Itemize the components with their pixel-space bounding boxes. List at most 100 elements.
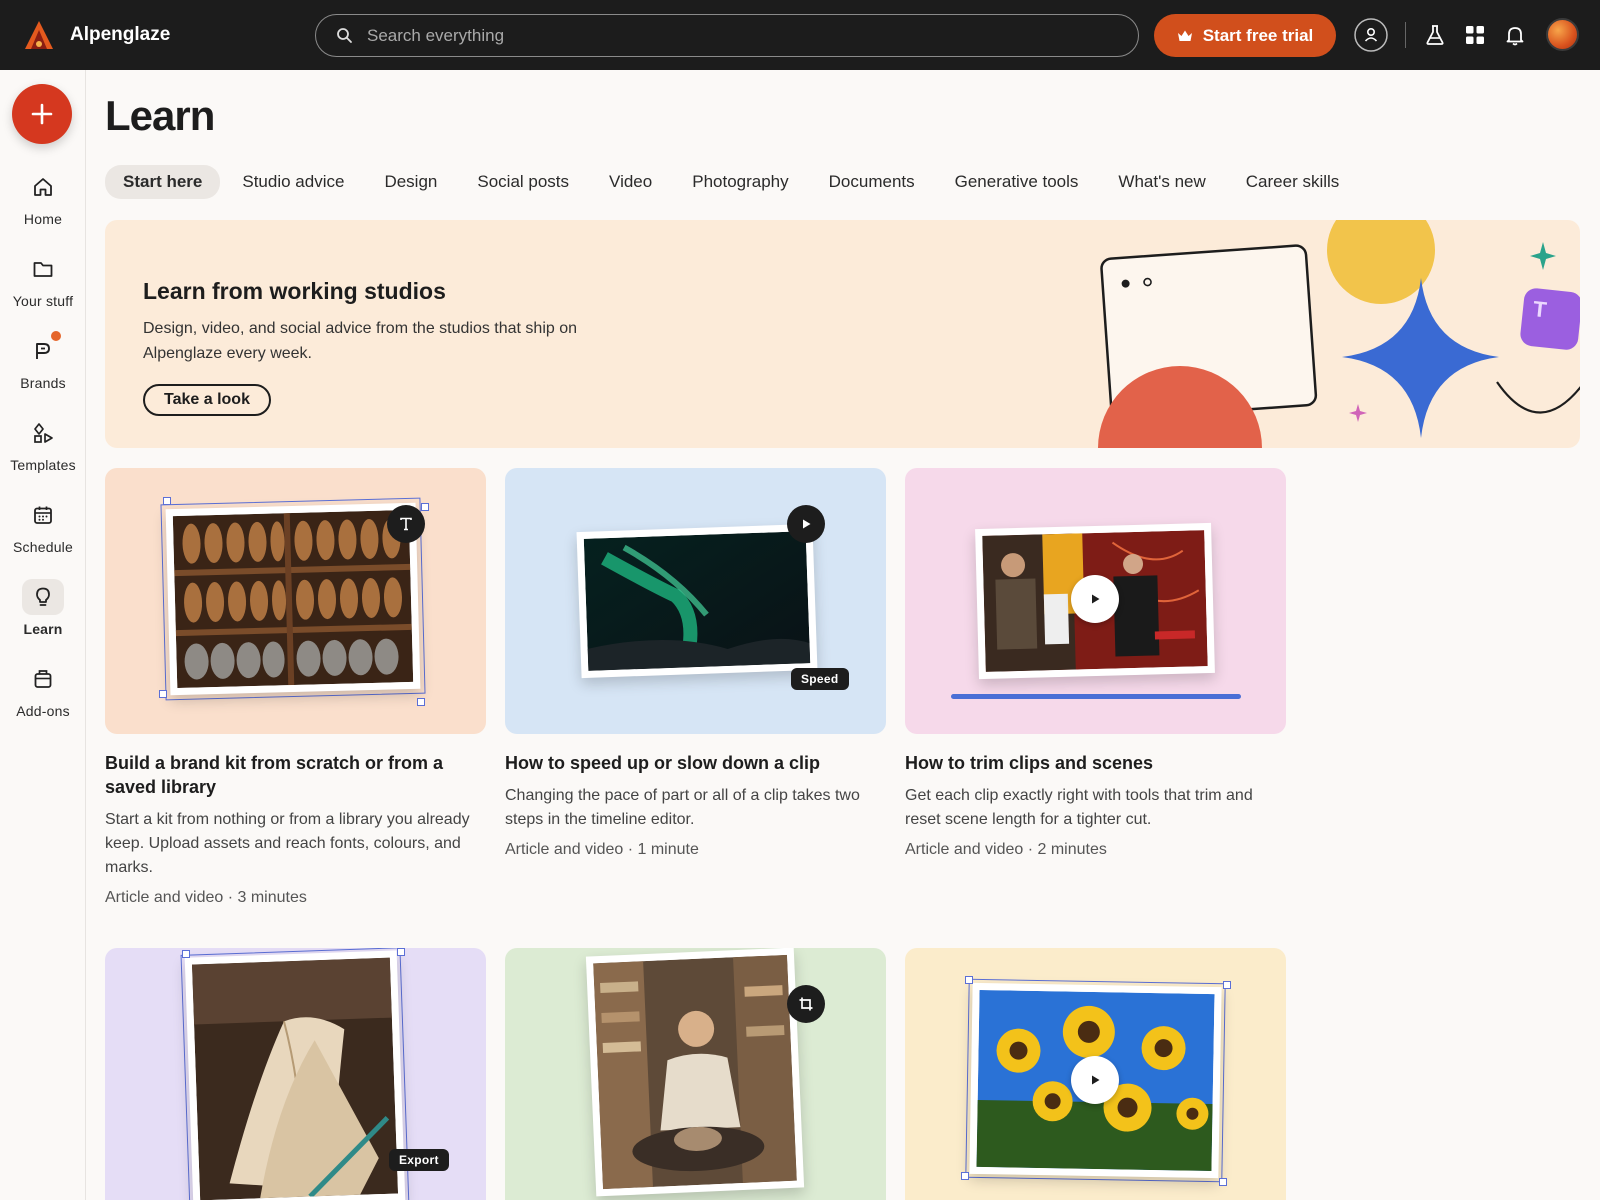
premium-badge-icon	[49, 329, 63, 343]
category-tabs: Start here Studio advice Design Social p…	[105, 165, 1361, 199]
card-meta: Article and video · 2 minutes	[905, 841, 1107, 858]
tab-social-posts[interactable]: Social posts	[459, 165, 587, 199]
sidebar-item-label: Add-ons	[16, 703, 70, 719]
resize-handle[interactable]	[397, 948, 405, 956]
pottery-photo	[585, 948, 805, 1197]
resize-handle[interactable]	[163, 497, 171, 505]
crown-icon	[1177, 30, 1192, 41]
card-thumbnail[interactable]	[905, 468, 1286, 734]
card-title[interactable]: How to speed up or slow down a clip	[505, 751, 886, 775]
sidebar-item-your-stuff[interactable]: Your stuff	[0, 251, 86, 321]
card-description: Get each clip exactly right with tools t…	[905, 787, 1253, 828]
sidebar-item-label: Your stuff	[12, 293, 74, 309]
learn-card[interactable]: Build a brand kit from scratch or from a…	[105, 468, 486, 907]
sidebar-item-label: Brands	[20, 375, 66, 391]
card-description: Changing the pace of part or all of a cl…	[505, 787, 860, 828]
card-thumbnail[interactable]: Speed	[505, 468, 886, 734]
sidebar-item-label: Schedule	[13, 539, 73, 555]
calendar-icon	[34, 506, 52, 524]
card-thumbnail[interactable]	[905, 948, 1286, 1200]
labs-button[interactable]	[1418, 18, 1452, 52]
aurora-photo	[576, 523, 818, 679]
page-title: Learn	[105, 92, 215, 139]
book-photo	[184, 950, 406, 1200]
bread-shelf-photo	[165, 502, 421, 696]
export-label: Export	[389, 1149, 449, 1171]
resize-handle[interactable]	[417, 698, 425, 706]
card-thumbnail[interactable]	[105, 468, 486, 734]
play-button[interactable]	[1071, 1056, 1119, 1104]
resize-handle[interactable]	[159, 690, 167, 698]
timeline-bar[interactable]	[951, 694, 1241, 699]
card-title[interactable]: How to trim clips and scenes	[905, 751, 1286, 775]
crop-tool-button[interactable]	[787, 985, 825, 1023]
tab-photography[interactable]: Photography	[674, 165, 806, 199]
sidebar-item-label: Templates	[10, 457, 76, 473]
home-icon	[34, 178, 52, 196]
bell-icon	[1506, 27, 1524, 46]
learn-card[interactable]: How to trim clips and scenes Get each cl…	[905, 468, 1286, 859]
search-icon	[337, 28, 352, 43]
resize-handle[interactable]	[965, 976, 973, 984]
learn-card[interactable]: Speed How to speed up or slow down a cli…	[505, 468, 886, 859]
speed-label: Speed	[791, 668, 849, 690]
play-button[interactable]	[787, 505, 825, 543]
tab-career-skills[interactable]: Career skills	[1228, 165, 1358, 199]
lightbulb-icon	[36, 587, 50, 606]
resize-handle[interactable]	[1223, 981, 1231, 989]
resize-handle[interactable]	[421, 503, 429, 511]
start-free-trial-button[interactable]: Start free trial	[1154, 14, 1336, 57]
tab-video[interactable]: Video	[591, 165, 670, 199]
take-a-look-button[interactable]: Take a look	[143, 384, 271, 416]
card-thumbnail[interactable]: Export	[105, 948, 486, 1200]
flask-icon	[1426, 25, 1444, 45]
play-icon	[1092, 594, 1100, 604]
resize-handle[interactable]	[961, 1172, 969, 1180]
crop-icon	[799, 997, 813, 1011]
tab-start-here[interactable]: Start here	[105, 165, 221, 199]
play-icon	[803, 519, 811, 529]
app-logo-icon[interactable]	[24, 20, 54, 50]
app-title: Alpenglaze	[70, 24, 171, 45]
sidebar-item-label: Home	[23, 211, 63, 227]
sidebar-item-brands[interactable]: Brands	[0, 329, 86, 403]
sidebar-item-add-ons[interactable]: Add-ons	[0, 661, 86, 731]
hero-description: Design, video, and social advice from th…	[143, 320, 578, 362]
learn-card[interactable]: Export	[105, 948, 486, 1200]
notifications-button[interactable]	[1498, 18, 1532, 52]
sidebar: Home Your stuff Brands Templates Schedul…	[0, 70, 86, 1200]
top-bar: Alpenglaze Start free trial	[0, 0, 1600, 70]
folder-icon	[33, 262, 53, 277]
brand-icon	[36, 343, 50, 359]
sidebar-item-label: Learn	[23, 621, 63, 637]
tab-documents[interactable]: Documents	[811, 165, 933, 199]
apps-button[interactable]	[1458, 18, 1492, 52]
tab-whats-new[interactable]: What's new	[1100, 165, 1223, 199]
card-description: Start a kit from nothing or from a libra…	[105, 811, 470, 876]
play-button[interactable]	[1071, 575, 1119, 623]
search-bar[interactable]	[315, 14, 1139, 57]
tab-design[interactable]: Design	[366, 165, 455, 199]
account-button[interactable]	[1354, 18, 1388, 52]
tab-studio-advice[interactable]: Studio advice	[224, 165, 362, 199]
sidebar-item-schedule[interactable]: Schedule	[0, 497, 86, 567]
learn-card[interactable]	[505, 948, 886, 1200]
create-button[interactable]	[12, 84, 72, 144]
user-icon	[1354, 18, 1388, 52]
card-meta: Article and video · 3 minutes	[105, 889, 307, 906]
learn-card[interactable]	[905, 948, 1286, 1200]
avatar[interactable]	[1546, 18, 1579, 51]
sidebar-item-templates[interactable]: Templates	[0, 415, 86, 485]
sidebar-item-learn[interactable]: Learn	[0, 579, 86, 649]
apps-grid-icon	[1466, 26, 1484, 44]
text-tool-button[interactable]	[387, 505, 425, 543]
resize-handle[interactable]	[1219, 1178, 1227, 1186]
resize-handle[interactable]	[182, 950, 190, 958]
hero-title: Learn from working studios	[143, 278, 446, 304]
card-thumbnail[interactable]	[505, 948, 886, 1200]
card-title[interactable]: Build a brand kit from scratch or from a…	[105, 751, 486, 799]
search-input[interactable]	[367, 25, 1107, 46]
sidebar-item-home[interactable]: Home	[0, 169, 86, 239]
tab-generative-tools[interactable]: Generative tools	[937, 165, 1097, 199]
card-meta: Article and video · 1 minute	[505, 841, 699, 858]
